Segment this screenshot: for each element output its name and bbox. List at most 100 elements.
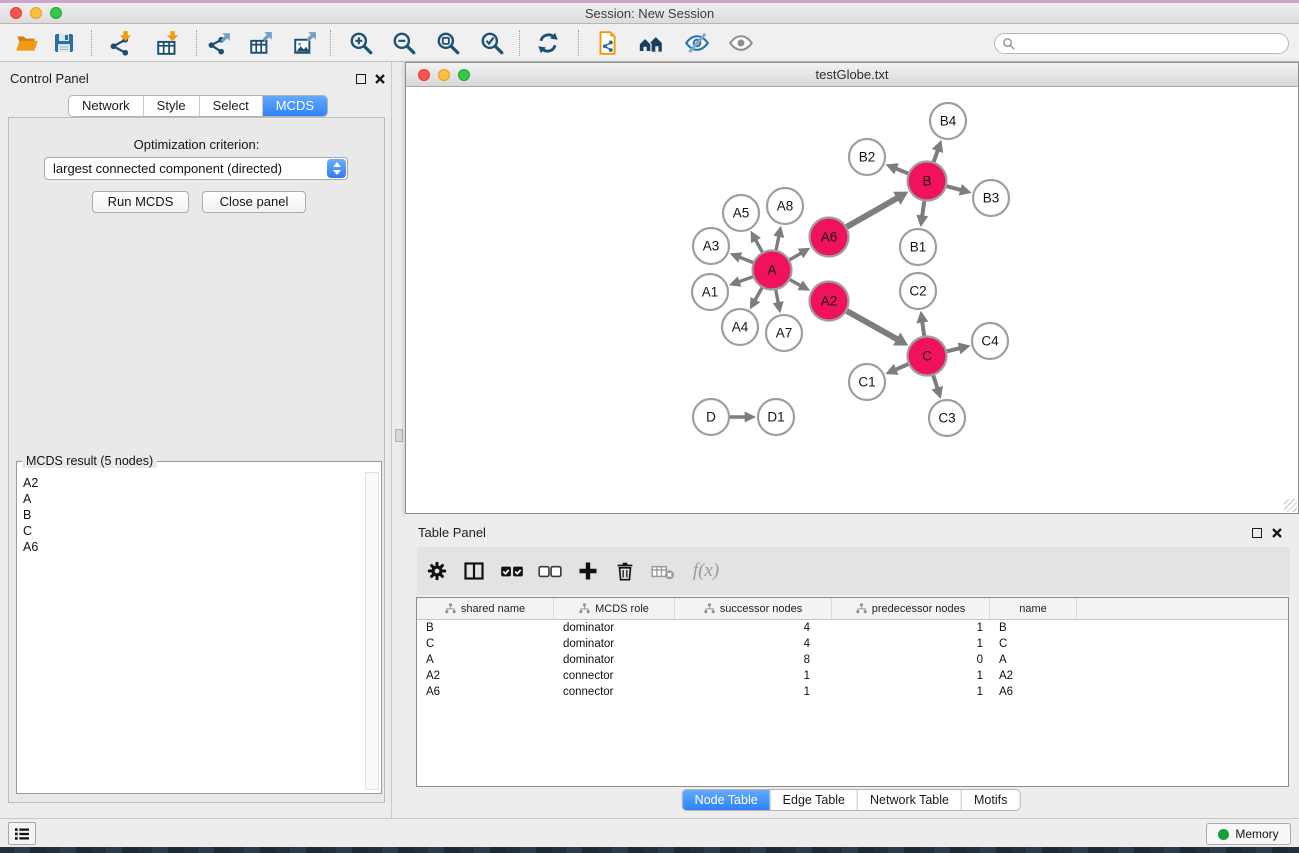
column-header-mcds-role[interactable]: MCDS role	[554, 598, 675, 619]
graph-node-B4[interactable]: B4	[930, 103, 966, 139]
graph-node-C3[interactable]: C3	[929, 400, 965, 436]
table-row[interactable]: Bdominator41B	[417, 620, 1288, 636]
zoom-out-button[interactable]	[389, 29, 419, 57]
mcds-result-item[interactable]: B	[23, 507, 363, 523]
table-cell[interactable]: A2	[990, 668, 1077, 684]
delete-table-button[interactable]	[647, 556, 679, 586]
table-cell[interactable]: dominator	[554, 636, 675, 652]
splitter-handle-vertical[interactable]	[395, 429, 403, 442]
table-cell[interactable]: 4	[675, 620, 832, 636]
table-cell[interactable]: connector	[554, 668, 675, 684]
toggle-panel-layout-button[interactable]	[458, 556, 490, 586]
search-input[interactable]	[1015, 37, 1288, 51]
graph-node-A1[interactable]: A1	[692, 274, 728, 310]
table-cell[interactable]: 1	[832, 684, 990, 700]
show-all-button[interactable]	[726, 29, 756, 57]
table-cell[interactable]: 1	[675, 684, 832, 700]
task-history-button[interactable]	[8, 822, 36, 845]
import-table-button[interactable]	[153, 29, 183, 57]
table-cell[interactable]: 1	[832, 668, 990, 684]
tab-motifs[interactable]: Motifs	[961, 790, 1019, 810]
deselect-all-button[interactable]	[534, 556, 566, 586]
add-column-button[interactable]	[572, 556, 604, 586]
graph-node-B3[interactable]: B3	[973, 180, 1009, 216]
graph-node-A7[interactable]: A7	[766, 315, 802, 351]
table-cell[interactable]: dominator	[554, 620, 675, 636]
window-resize-grip[interactable]	[1284, 499, 1297, 512]
network-graph[interactable]: B4B2BB3A5A8A6A3AB1A1C2A4A7A2CC4C1C3DD1	[406, 87, 1298, 513]
tab-node-table[interactable]: Node Table	[683, 790, 770, 810]
graph-node-B[interactable]: B	[908, 162, 947, 201]
mcds-result-item[interactable]: A2	[23, 475, 363, 491]
graph-node-A5[interactable]: A5	[723, 195, 759, 231]
mcds-result-list[interactable]: A2ABCA6	[19, 472, 363, 791]
graph-node-D1[interactable]: D1	[758, 399, 794, 435]
zoom-fit-button[interactable]	[433, 29, 463, 57]
table-row[interactable]: A2connector11A2	[417, 668, 1288, 684]
graph-node-A4[interactable]: A4	[722, 309, 758, 345]
table-cell[interactable]: A	[990, 652, 1077, 668]
delete-column-button[interactable]	[609, 556, 641, 586]
table-cell[interactable]: C	[417, 636, 554, 652]
zoom-selected-button[interactable]	[477, 29, 507, 57]
mcds-result-item[interactable]: A6	[23, 539, 363, 555]
run-mcds-button[interactable]: Run MCDS	[92, 191, 189, 213]
table-cell[interactable]: 0	[832, 652, 990, 668]
column-header-name[interactable]: name	[990, 598, 1077, 619]
mcds-result-item[interactable]: C	[23, 523, 363, 539]
table-cell[interactable]: connector	[554, 684, 675, 700]
open-session-button[interactable]	[12, 29, 42, 57]
memory-button[interactable]: Memory	[1206, 823, 1291, 845]
graph-node-A8[interactable]: A8	[767, 188, 803, 224]
select-all-button[interactable]	[496, 556, 528, 586]
column-header-successor-nodes[interactable]: successor nodes	[675, 598, 832, 619]
table-row[interactable]: Cdominator41C	[417, 636, 1288, 652]
graph-node-C1[interactable]: C1	[849, 364, 885, 400]
graph-node-A2[interactable]: A2	[810, 282, 849, 321]
hide-selected-button[interactable]	[682, 29, 712, 57]
column-header-shared-name[interactable]: shared name	[417, 598, 554, 619]
network-canvas[interactable]: B4B2BB3A5A8A6A3AB1A1C2A4A7A2CC4C1C3DD1	[406, 87, 1298, 513]
table-cell[interactable]: A6	[990, 684, 1077, 700]
save-session-button[interactable]	[49, 29, 79, 57]
function-builder-button[interactable]: f(x)	[684, 556, 728, 586]
table-cell[interactable]: dominator	[554, 652, 675, 668]
table-cell[interactable]: 1	[675, 668, 832, 684]
export-table-button[interactable]	[246, 29, 276, 57]
table-cell[interactable]: 1	[832, 620, 990, 636]
graph-node-D[interactable]: D	[693, 399, 729, 435]
mcds-result-item[interactable]: A	[23, 491, 363, 507]
close-panel-button[interactable]: Close panel	[202, 191, 306, 213]
table-cell[interactable]: B	[990, 620, 1077, 636]
zoom-in-button[interactable]	[346, 29, 376, 57]
table-row[interactable]: Adominator80A	[417, 652, 1288, 668]
tab-edge-table[interactable]: Edge Table	[770, 790, 857, 810]
graph-node-A[interactable]: A	[753, 251, 792, 290]
table-cell[interactable]: A6	[417, 684, 554, 700]
tab-style[interactable]: Style	[143, 96, 199, 116]
control-panel-float-icon[interactable]	[356, 74, 366, 84]
tab-network-table[interactable]: Network Table	[857, 790, 961, 810]
graph-node-A6[interactable]: A6	[810, 218, 849, 257]
first-neighbors-button[interactable]	[636, 29, 666, 57]
tab-mcds[interactable]: MCDS	[262, 96, 327, 116]
graph-node-C2[interactable]: C2	[900, 273, 936, 309]
table-row[interactable]: A6connector11A6	[417, 684, 1288, 700]
graph-node-B2[interactable]: B2	[849, 139, 885, 175]
import-network-button[interactable]	[106, 29, 136, 57]
table-cell[interactable]: C	[990, 636, 1077, 652]
export-network-button[interactable]	[204, 29, 234, 57]
graph-node-C4[interactable]: C4	[972, 323, 1008, 359]
tab-network[interactable]: Network	[69, 96, 143, 116]
table-cell[interactable]: 8	[675, 652, 832, 668]
table-settings-button[interactable]	[421, 556, 453, 586]
mcds-scrollbar[interactable]	[365, 472, 379, 790]
table-panel-close-icon[interactable]	[1271, 527, 1283, 539]
criterion-select[interactable]: largest connected component (directed)	[44, 157, 348, 180]
table-cell[interactable]: A2	[417, 668, 554, 684]
table-cell[interactable]: 1	[832, 636, 990, 652]
table-cell[interactable]: B	[417, 620, 554, 636]
graph-node-A3[interactable]: A3	[693, 228, 729, 264]
column-header-predecessor-nodes[interactable]: predecessor nodes	[832, 598, 990, 619]
table-cell[interactable]: 4	[675, 636, 832, 652]
